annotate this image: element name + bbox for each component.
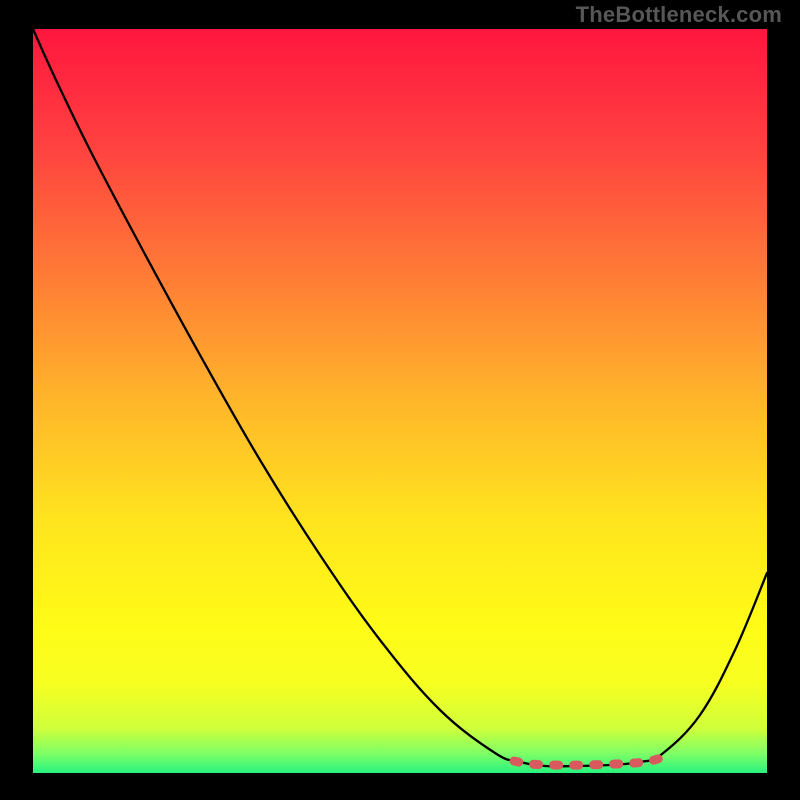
watermark-text: TheBottleneck.com <box>576 2 782 28</box>
plot-background <box>33 29 767 773</box>
chart-container: TheBottleneck.com <box>0 0 800 800</box>
bottleneck-chart <box>0 0 800 800</box>
